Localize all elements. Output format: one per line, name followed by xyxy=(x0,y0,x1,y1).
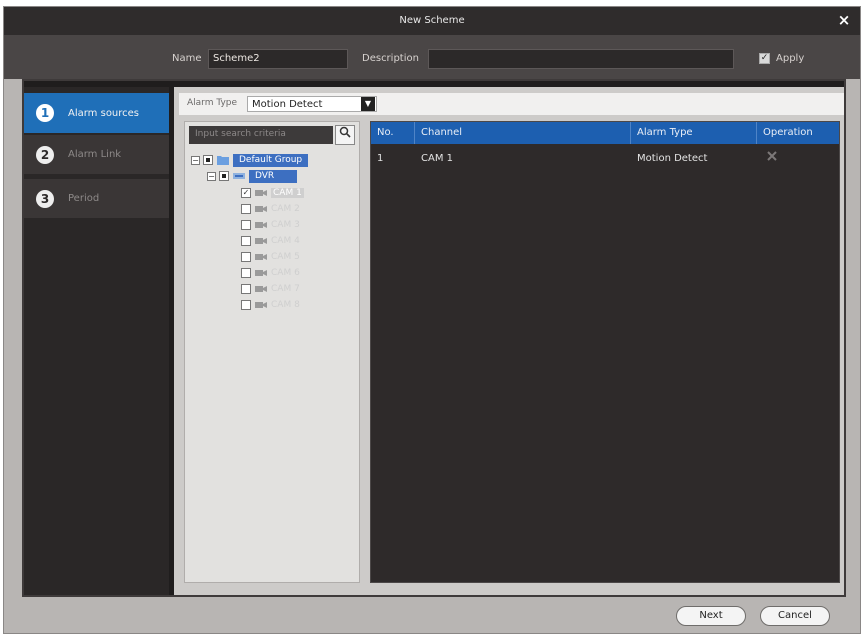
camera-checkbox[interactable] xyxy=(241,268,251,278)
cancel-button[interactable]: Cancel xyxy=(760,606,830,626)
alarm-type-bar: Alarm Type Motion Detect ▼ xyxy=(179,93,844,115)
collapse-icon[interactable]: − xyxy=(191,155,200,165)
camera-label: CAM 1 xyxy=(271,188,304,198)
alarm-type-label: Alarm Type xyxy=(187,98,238,108)
step-period[interactable]: 3 Period xyxy=(24,179,169,219)
tree-node-device[interactable]: − DVR xyxy=(207,169,297,183)
row-no: 1 xyxy=(377,153,384,164)
close-icon[interactable]: × xyxy=(836,12,852,28)
dropdown-arrow-icon[interactable]: ▼ xyxy=(361,97,375,111)
tree-node-camera[interactable]: CAM 7 xyxy=(241,282,300,296)
camera-checkbox[interactable] xyxy=(241,252,251,262)
tree-node-camera[interactable]: CAM 2 xyxy=(241,202,300,216)
camera-icon xyxy=(255,286,267,292)
scheme-form: Name Scheme2 Description ✓ Apply xyxy=(4,35,860,79)
step-label: Alarm Link xyxy=(68,149,122,160)
col-channel: Channel xyxy=(415,122,631,144)
tree-node-camera[interactable]: CAM 3 xyxy=(241,218,300,232)
camera-label: CAM 8 xyxy=(271,300,300,310)
camera-label: CAM 7 xyxy=(271,284,300,294)
delete-x-icon[interactable] xyxy=(757,150,839,168)
title-bar: New Scheme × xyxy=(4,7,860,35)
camera-label: CAM 2 xyxy=(271,204,300,214)
step-alarm-sources[interactable]: 1 Alarm sources xyxy=(24,93,169,133)
apply-checkbox[interactable]: ✓ xyxy=(759,53,770,64)
description-label: Description xyxy=(362,53,419,64)
camera-icon xyxy=(255,254,267,260)
collapse-icon[interactable]: − xyxy=(207,171,216,181)
name-label: Name xyxy=(172,53,202,64)
tree-node-camera[interactable]: CAM 6 xyxy=(241,266,300,280)
step-number-3: 3 xyxy=(36,189,54,208)
camera-icon xyxy=(255,238,267,244)
description-input[interactable] xyxy=(428,49,734,69)
device-tree: Input search criteria − Default Group − … xyxy=(184,121,360,583)
camera-label: CAM 4 xyxy=(271,236,300,246)
folder-icon xyxy=(217,156,229,165)
search-icon[interactable] xyxy=(335,125,355,145)
row-alarm-type: Motion Detect xyxy=(637,153,708,164)
step-number-1: 1 xyxy=(36,104,54,122)
group-label: Default Group xyxy=(233,153,309,167)
dialog-title: New Scheme xyxy=(399,15,465,26)
name-input[interactable]: Scheme2 xyxy=(208,49,348,69)
step-alarm-link[interactable]: 2 Alarm Link xyxy=(24,135,169,175)
camera-checkbox[interactable] xyxy=(241,284,251,294)
col-no: No. xyxy=(371,122,415,144)
device-checkbox[interactable] xyxy=(219,171,229,181)
group-checkbox[interactable] xyxy=(203,155,213,165)
search-input[interactable]: Input search criteria xyxy=(189,126,333,144)
alarm-sources-panel: Alarm Type Motion Detect ▼ Input search … xyxy=(174,87,844,595)
alarm-type-select[interactable]: Motion Detect xyxy=(247,96,377,112)
wizard-content: 1 Alarm sources 2 Alarm Link 3 Period Al… xyxy=(22,79,846,597)
apply-label: Apply xyxy=(776,53,805,64)
camera-checkbox[interactable] xyxy=(241,220,251,230)
col-operation: Operation xyxy=(763,127,813,138)
next-button[interactable]: Next xyxy=(676,606,746,626)
camera-checkbox[interactable] xyxy=(241,204,251,214)
camera-checkbox[interactable]: ✓ xyxy=(241,188,251,198)
camera-checkbox[interactable] xyxy=(241,236,251,246)
device-label: DVR xyxy=(249,169,297,183)
step-label: Period xyxy=(68,193,100,204)
camera-icon xyxy=(255,206,267,212)
col-alarm-type: Alarm Type xyxy=(631,122,757,144)
camera-checkbox[interactable] xyxy=(241,300,251,310)
camera-icon xyxy=(255,302,267,308)
camera-label: CAM 3 xyxy=(271,220,300,230)
tree-node-camera[interactable]: ✓ CAM 1 xyxy=(241,186,304,200)
camera-icon xyxy=(255,270,267,276)
wizard-steps: 1 Alarm sources 2 Alarm Link 3 Period xyxy=(24,87,169,595)
camera-icon xyxy=(255,222,267,228)
alarm-source-table: No. Channel Alarm Type Operation 1 CAM 1… xyxy=(370,121,840,583)
table-row[interactable]: 1 CAM 1 Motion Detect xyxy=(371,150,839,168)
dvr-icon xyxy=(233,173,245,179)
step-label: Alarm sources xyxy=(68,107,140,119)
tree-node-camera[interactable]: CAM 5 xyxy=(241,250,300,264)
camera-icon xyxy=(255,190,267,196)
tree-node-group[interactable]: − Default Group xyxy=(191,153,309,167)
tree-node-camera[interactable]: CAM 4 xyxy=(241,234,300,248)
camera-label: CAM 5 xyxy=(271,252,300,262)
step-number-2: 2 xyxy=(36,145,54,164)
row-channel: CAM 1 xyxy=(421,153,453,164)
new-scheme-dialog: New Scheme × Name Scheme2 Description ✓ … xyxy=(3,6,861,634)
tree-node-camera[interactable]: CAM 8 xyxy=(241,298,300,312)
camera-label: CAM 6 xyxy=(271,268,300,278)
table-header: No. Channel Alarm Type Operation xyxy=(371,122,839,144)
